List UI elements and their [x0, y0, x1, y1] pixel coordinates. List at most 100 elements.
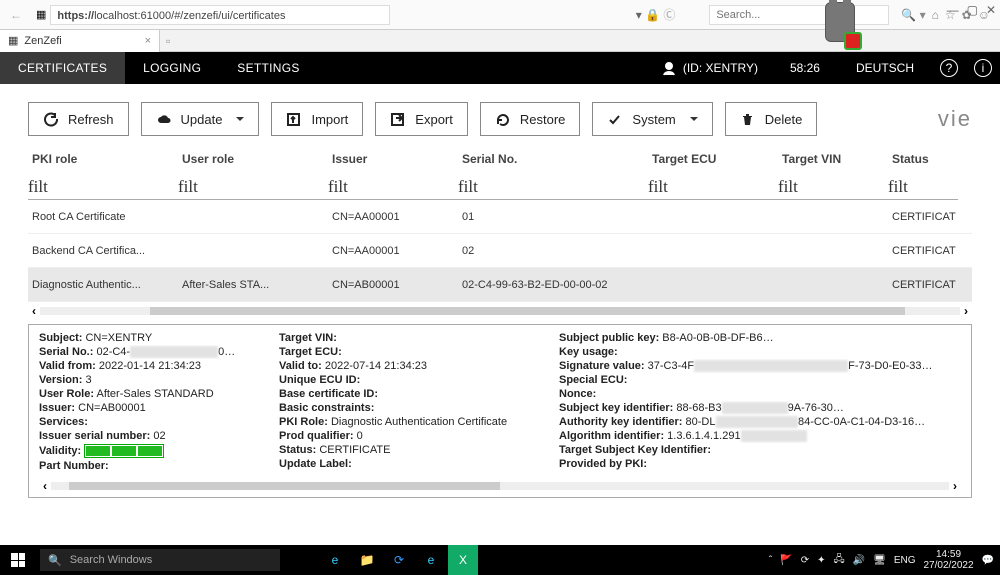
new-tab-icon[interactable]: ▫ [160, 34, 176, 48]
detail-field: Key usage: [559, 345, 939, 359]
filter-input[interactable] [648, 174, 778, 200]
col-target-vin[interactable]: Target VIN [778, 152, 888, 166]
browser-tab[interactable]: ▦ ZenZefi × [0, 30, 160, 52]
tab-settings[interactable]: SETTINGS [219, 52, 317, 84]
restore-button[interactable]: Restore [480, 102, 581, 136]
taskbar-search[interactable]: 🔍Search Windows [40, 549, 280, 571]
detail-field: Subject: CN=XENTRY [39, 331, 279, 345]
tray-notifications-icon[interactable]: 💬 [982, 555, 994, 566]
site-identity-icon[interactable]: ▦ [36, 8, 46, 21]
taskbar-app-ie[interactable]: e [416, 545, 446, 575]
detail-field: Version: 3 [39, 373, 279, 387]
tab-title: ZenZefi [24, 35, 61, 47]
detail-field: Subject key identifier: 88-68-B3xxxxxxxx… [559, 401, 939, 415]
chevron-down-icon [236, 117, 244, 121]
detail-field: Target Subject Key Identifier: [559, 443, 939, 457]
detail-field: Valid from: 2022-01-14 21:34:23 [39, 359, 279, 373]
tray-app-icon[interactable]: ✦ [817, 555, 825, 566]
header-time: 58:26 [772, 61, 838, 75]
tray-monitor-icon[interactable]: 🖥 [873, 555, 886, 566]
detail-field: Target ECU: [279, 345, 559, 359]
tray-chevron-icon[interactable]: ˆ [769, 555, 772, 566]
address-bar[interactable]: https://localhost:61000/#/zenzefi/ui/cer… [50, 5, 390, 25]
taskbar: 🔍Search Windows e 📁 ⟳ e X ˆ 🚩 ⟳ ✦ 🖧 🔊 🖥 … [0, 545, 1000, 575]
col-target-ecu[interactable]: Target ECU [648, 152, 778, 166]
detail-field: Valid to: 2022-07-14 21:34:23 [279, 359, 559, 373]
tray-network-icon[interactable]: 🖧 [834, 552, 845, 569]
detail-field: Issuer serial number: 02 [39, 429, 279, 443]
filter-input[interactable] [778, 174, 888, 200]
delete-button[interactable]: Delete [725, 102, 818, 136]
filter-input[interactable] [458, 174, 648, 200]
maximize-icon[interactable]: ▢ [967, 3, 978, 17]
task-icons: e 📁 ⟳ e X [320, 545, 478, 575]
tray-sync-icon[interactable]: ⟳ [801, 555, 809, 566]
tab-certificates[interactable]: CERTIFICATES [0, 52, 125, 84]
cell-serial: 02-C4-99-63-B2-ED-00-00-02 [458, 279, 648, 291]
detail-field: Algorithm identifier: 1.3.6.1.4.1.291xxx… [559, 429, 939, 443]
detail-field: Nonce: [559, 387, 939, 401]
refresh-button[interactable]: Refresh [28, 102, 129, 136]
cell-pki: Diagnostic Authentic... [28, 279, 178, 291]
col-issuer[interactable]: Issuer [328, 152, 458, 166]
table-row[interactable]: Diagnostic Authentic...After-Sales STA..… [28, 268, 972, 302]
detail-field: Validity: [39, 443, 279, 459]
search-icon: 🔍 [48, 554, 62, 567]
export-icon [390, 112, 405, 127]
filter-input[interactable] [178, 174, 328, 200]
col-serial[interactable]: Serial No. [458, 152, 648, 166]
table-row[interactable]: Backend CA Certifica...CN=AA0000102CERTI… [28, 234, 972, 268]
header-user: (ID: XENTRY) [648, 61, 772, 76]
tray-volume-icon[interactable]: 🔊 [853, 555, 865, 566]
detail-field: Status: CERTIFICATE [279, 443, 559, 457]
language-switch[interactable]: DEUTSCH [838, 61, 932, 75]
tab-close-icon[interactable]: × [145, 35, 151, 47]
import-button[interactable]: Import [271, 102, 363, 136]
info-icon[interactable]: i [974, 59, 992, 77]
help-icon[interactable]: ? [940, 59, 958, 77]
scroll-right-icon: › [960, 304, 972, 318]
tray-flag-icon[interactable]: 🚩 [780, 555, 792, 566]
detail-field: Subject public key: B8-A0-0B-0B-DF-B6xxx… [559, 331, 939, 345]
cell-pki: Root CA Certificate [28, 211, 178, 223]
search-go-icon[interactable]: 🔍 ▾ [901, 8, 925, 22]
update-button[interactable]: Update [141, 102, 260, 136]
filter-input[interactable] [888, 174, 958, 200]
system-button[interactable]: System [592, 102, 712, 136]
home-icon[interactable]: ⌂ [932, 8, 939, 22]
taskbar-app-xentry[interactable]: X [448, 545, 478, 575]
table-row[interactable]: Root CA CertificateCN=AA0000101CERTIFICA… [28, 200, 972, 234]
export-button[interactable]: Export [375, 102, 468, 136]
cell-serial: 01 [458, 211, 648, 223]
app-header: CERTIFICATES LOGGING SETTINGS (ID: XENTR… [0, 52, 1000, 84]
trash-icon [740, 112, 755, 127]
taskbar-app-explorer[interactable]: 📁 [352, 545, 382, 575]
scroll-right-icon: › [949, 479, 961, 493]
col-user[interactable]: User role [178, 152, 328, 166]
taskbar-app-teamviewer[interactable]: ⟳ [384, 545, 414, 575]
tab-logging[interactable]: LOGGING [125, 52, 219, 84]
col-status[interactable]: Status [888, 152, 958, 166]
tray-lang[interactable]: ENG [894, 555, 916, 566]
table-hscroll[interactable]: ‹› [28, 304, 972, 318]
close-window-icon[interactable]: ✕ [986, 3, 996, 17]
minimize-icon[interactable]: — [947, 3, 959, 17]
back-icon[interactable]: ← [10, 8, 22, 22]
filter-input[interactable] [28, 174, 178, 200]
detail-field: Provided by PKI: [559, 457, 939, 471]
cell-status: CERTIFICAT [888, 211, 958, 223]
cell-issuer: CN=AA00001 [328, 245, 458, 257]
taskbar-app-edge[interactable]: e [320, 545, 350, 575]
cloud-icon [156, 112, 171, 127]
start-button[interactable] [0, 545, 36, 575]
mascot-overlay [820, 2, 860, 48]
browser-search-input[interactable] [709, 5, 889, 25]
detail-field: Serial No.: 02-C4-xxxxxxxxxxxxxxxx0xxxxx… [39, 345, 279, 359]
table-header: PKI role User role Issuer Serial No. Tar… [28, 144, 972, 174]
detail-field: Issuer: CN=AB00001 [39, 401, 279, 415]
details-hscroll[interactable]: ‹› [39, 479, 961, 493]
refresh-icon [43, 112, 58, 127]
filter-input[interactable] [328, 174, 458, 200]
tray-clock[interactable]: 14:59 27/02/2022 [923, 549, 973, 571]
col-pki[interactable]: PKI role [28, 152, 178, 166]
